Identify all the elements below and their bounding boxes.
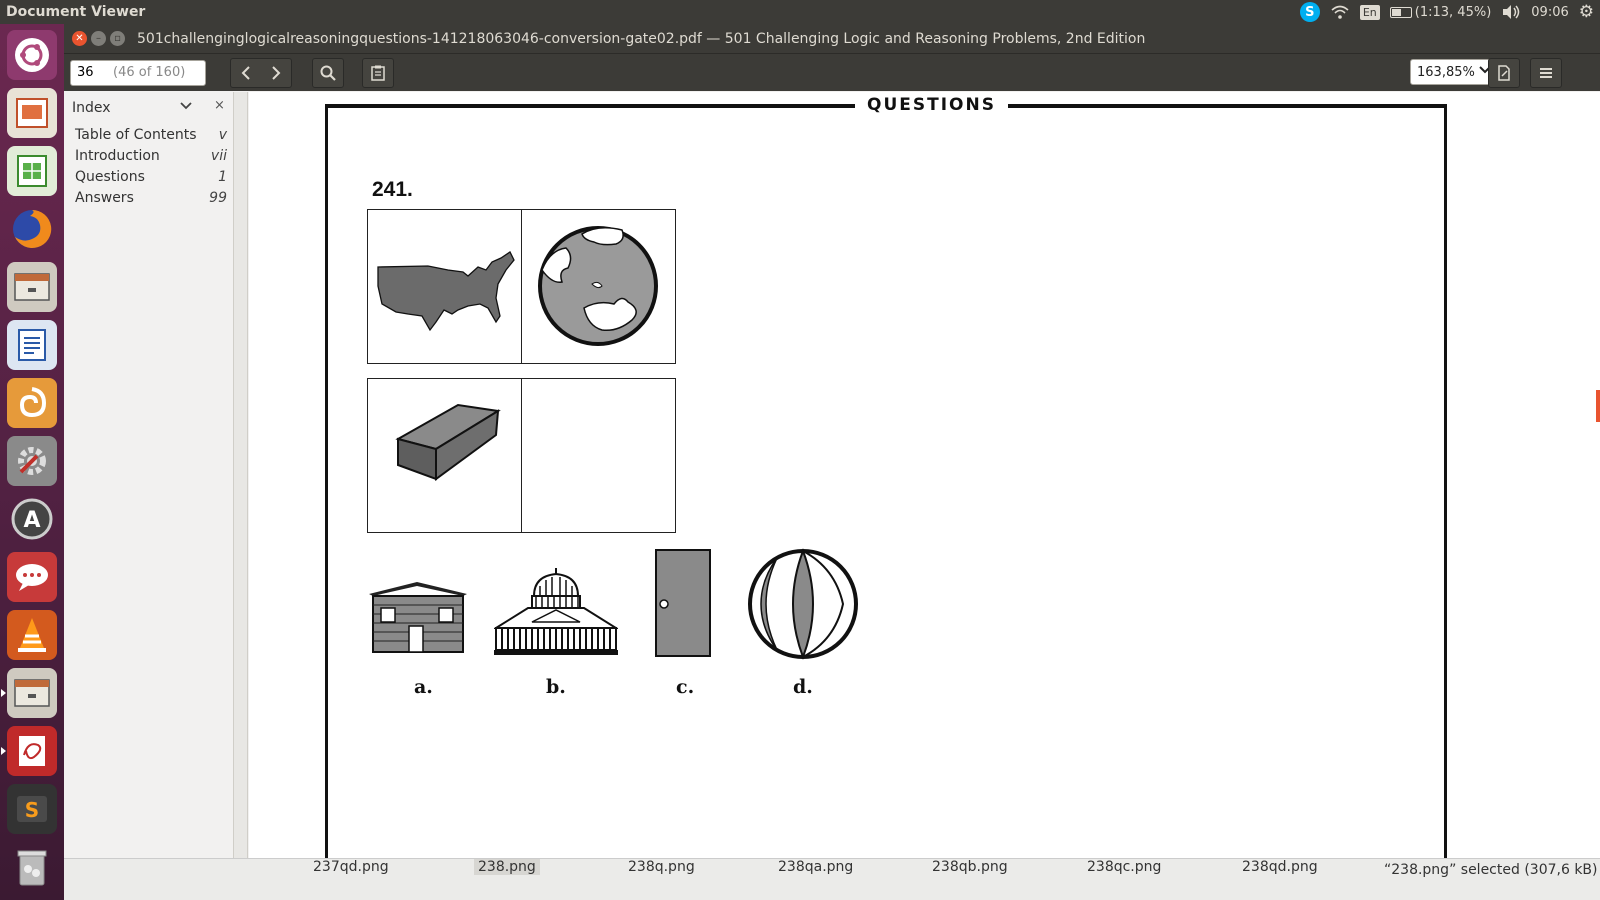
- files-icon-2[interactable]: [1, 668, 57, 718]
- question-number: 241.: [372, 178, 413, 201]
- volume-icon[interactable]: [1501, 4, 1521, 20]
- ubuntu-dash-icon[interactable]: [7, 30, 57, 80]
- empty-answer-cell: [521, 378, 676, 533]
- section-heading: QUESTIONS: [249, 95, 1600, 115]
- toc-item-label: Questions: [75, 168, 145, 185]
- document-viewer-window: ✕ – ▫ 501challenginglogicalreasoningques…: [64, 24, 1600, 900]
- page-count-label: (46 of 160): [113, 65, 186, 80]
- file-item[interactable]: 237qd.png: [313, 859, 389, 875]
- page-nav-group: [230, 57, 292, 88]
- minimize-window-button[interactable]: –: [91, 31, 106, 46]
- trash-icon[interactable]: [7, 842, 57, 892]
- firefox-icon[interactable]: [7, 204, 57, 254]
- menu-group: [1530, 58, 1562, 88]
- option-label-d: d.: [793, 676, 813, 698]
- toc-item-questions[interactable]: Questions 1: [64, 166, 233, 187]
- window-title: 501challenginglogicalreasoningquestions-…: [137, 30, 1146, 47]
- toc-item-introduction[interactable]: Introduction vii: [64, 145, 233, 166]
- toc-item-page: 99: [209, 189, 227, 206]
- chat-icon[interactable]: [7, 552, 57, 602]
- file-item[interactable]: 238qd.png: [1242, 859, 1318, 875]
- toc-item-label: Introduction: [75, 147, 160, 164]
- file-item[interactable]: 238qb.png: [932, 859, 1008, 875]
- calc-icon[interactable]: [7, 146, 57, 196]
- toc-item-page: vii: [210, 147, 227, 164]
- search-icon[interactable]: [313, 59, 343, 87]
- toc-item-page: 1: [218, 168, 227, 185]
- toc-list: Table of Contents v Introduction vii Que…: [64, 124, 233, 208]
- close-window-button[interactable]: ✕: [72, 31, 87, 46]
- impress-icon[interactable]: [7, 88, 57, 138]
- vlc-icon[interactable]: [7, 610, 57, 660]
- clock[interactable]: 09:06: [1531, 5, 1568, 20]
- zoom-select[interactable]: 163,85%: [1410, 59, 1500, 85]
- wifi-icon[interactable]: [1330, 4, 1350, 20]
- toc-item-page: v: [218, 126, 227, 143]
- beach-ball-figure: [747, 548, 859, 664]
- file-item[interactable]: 238q.png: [628, 859, 695, 875]
- app-name: Document Viewer: [6, 4, 146, 20]
- sidebar-splitter[interactable]: [234, 92, 248, 880]
- sidebar: Index × Table of Contents v Introduction…: [64, 92, 234, 880]
- blender-icon[interactable]: [7, 378, 57, 428]
- background-file-strip: 237qd.png 238.png 238q.png 238qa.png 238…: [64, 858, 1600, 900]
- option-label-b: b.: [546, 676, 566, 698]
- scroll-indicator[interactable]: [1596, 390, 1600, 422]
- sidebar-header: Index ×: [64, 92, 233, 124]
- evince-icon[interactable]: [1, 726, 57, 776]
- search-group: [312, 57, 344, 88]
- toc-item-label: Answers: [75, 189, 134, 206]
- keyboard-icon[interactable]: En: [1359, 4, 1380, 20]
- battery-text: (1:13, 45%): [1414, 4, 1492, 20]
- maximize-window-button[interactable]: ▫: [110, 31, 125, 46]
- titlebar: ✕ – ▫ 501challenginglogicalreasoningques…: [64, 24, 1600, 53]
- file-item-selected[interactable]: 238.png: [474, 859, 540, 875]
- svg-text:S: S: [25, 798, 39, 822]
- svg-text:A: A: [23, 508, 40, 533]
- door-figure: [654, 548, 712, 662]
- hamburger-menu-icon[interactable]: [1531, 59, 1561, 87]
- files-icon[interactable]: [7, 262, 57, 312]
- zoom-value: 163,85%: [1417, 64, 1475, 80]
- section-heading-text: QUESTIONS: [855, 95, 1008, 115]
- toc-item-label: Table of Contents: [75, 126, 197, 143]
- usa-map-figure: [367, 209, 522, 364]
- toolbar: (46 of 160) 163,85%: [64, 53, 1600, 91]
- document-area[interactable]: QUESTIONS 241. a. b. c. d.: [249, 92, 1600, 880]
- close-icon[interactable]: ×: [214, 98, 225, 113]
- gear-icon[interactable]: ⚙: [1579, 2, 1594, 22]
- toc-item-table-of-contents[interactable]: Table of Contents v: [64, 124, 233, 145]
- software-updater-icon[interactable]: A: [7, 494, 57, 544]
- settings-icon[interactable]: [7, 436, 57, 486]
- annotation-group: [1488, 58, 1520, 88]
- file-item[interactable]: 238qa.png: [778, 859, 853, 875]
- chevron-right-icon[interactable]: [261, 59, 291, 87]
- file-item[interactable]: 238qc.png: [1087, 859, 1161, 875]
- launcher: A S: [0, 24, 64, 900]
- writer-icon[interactable]: [7, 320, 57, 370]
- globe-figure: [521, 209, 676, 364]
- brick-figure: [367, 378, 522, 533]
- chevron-left-icon[interactable]: [231, 59, 261, 87]
- option-label-c: c.: [676, 676, 695, 698]
- top-panel: Document Viewer S En (1:13, 45%) 09:06 ⚙: [0, 0, 1600, 24]
- page-selector: (46 of 160): [70, 59, 206, 86]
- indicator-area: S En (1:13, 45%) 09:06 ⚙: [1299, 0, 1600, 24]
- clipboard-group: [362, 57, 394, 88]
- annotation-icon[interactable]: [1489, 59, 1519, 87]
- skype-icon[interactable]: S: [1299, 2, 1320, 22]
- page-number-input[interactable]: [71, 60, 113, 85]
- status-text: “238.png” selected (307,6 kB): [1384, 862, 1598, 878]
- sidebar-title[interactable]: Index: [72, 100, 111, 116]
- option-label-a: a.: [414, 676, 433, 698]
- battery-icon[interactable]: (1:13, 45%): [1389, 4, 1492, 20]
- toc-item-answers[interactable]: Answers 99: [64, 187, 233, 208]
- capitol-building-figure: [492, 566, 620, 660]
- clipboard-icon[interactable]: [363, 59, 393, 87]
- brick-house-figure: [367, 580, 469, 658]
- sublime-icon[interactable]: S: [7, 784, 57, 834]
- chevron-down-icon[interactable]: [180, 99, 192, 113]
